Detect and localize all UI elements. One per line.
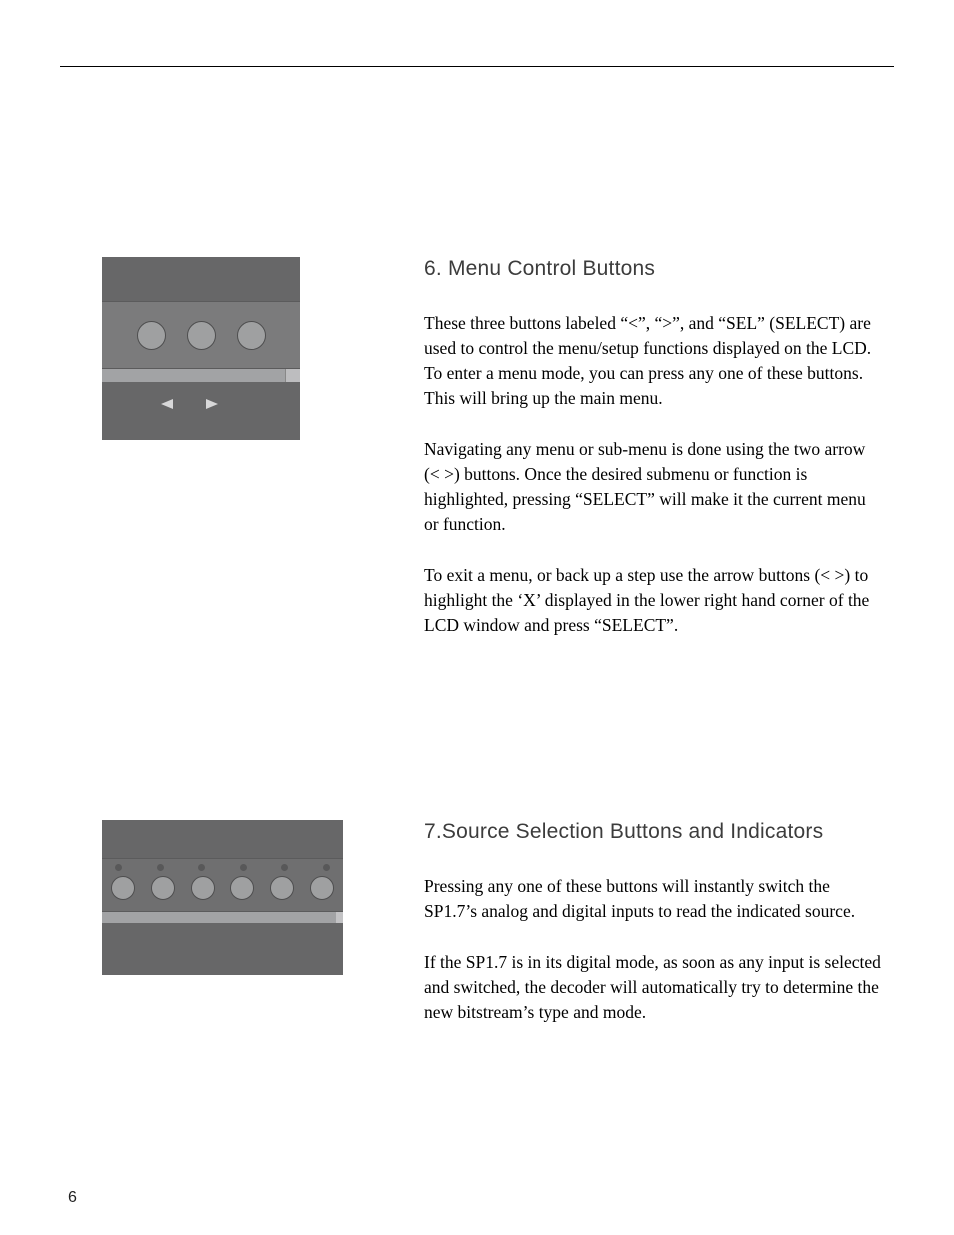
section-6-para3: To exit a menu, or back up a step use th… — [424, 563, 884, 638]
arrow-right-icon — [206, 399, 218, 409]
section-6-text: 6. Menu Control Buttons These three butt… — [424, 257, 884, 664]
indicator-led-icon — [157, 864, 164, 871]
section-6-heading: 6. Menu Control Buttons — [424, 257, 884, 281]
source-button-icon — [270, 876, 294, 900]
menu-right-button-icon — [187, 321, 216, 350]
strip-left — [102, 369, 285, 382]
source-button-icon — [230, 876, 254, 900]
header-rule — [60, 66, 894, 67]
section-7-para1: Pressing any one of these buttons will i… — [424, 874, 884, 924]
arrow-row — [102, 382, 300, 440]
strip-left — [102, 912, 336, 923]
source-selection-illustration — [102, 820, 343, 975]
source-button-icon — [111, 876, 135, 900]
section-6-para1: These three buttons labeled “<”, “>”, an… — [424, 311, 884, 411]
arrow-left-icon — [161, 399, 173, 409]
page-number: 6 — [68, 1189, 77, 1207]
panel-top-strip — [102, 820, 343, 858]
panel-top-strip — [102, 257, 300, 301]
menu-select-button-icon — [237, 321, 266, 350]
strip-right — [336, 912, 343, 923]
indicator-led-icon — [240, 864, 247, 871]
menu-left-button-icon — [137, 321, 166, 350]
indicator-led-icon — [281, 864, 288, 871]
panel-divider-strip — [102, 912, 343, 923]
source-button-row — [109, 876, 336, 900]
indicator-row — [109, 864, 336, 871]
panel-graphic — [102, 257, 300, 440]
button-row — [102, 301, 300, 369]
section-7-para2: If the SP1.7 is in its digital mode, as … — [424, 950, 884, 1025]
indicator-led-icon — [198, 864, 205, 871]
section-7-text: 7.Source Selection Buttons and Indicator… — [424, 820, 884, 1051]
indicator-led-icon — [115, 864, 122, 871]
menu-control-buttons-illustration — [102, 257, 300, 440]
panel-graphic — [102, 820, 343, 975]
section-7-heading: 7.Source Selection Buttons and Indicator… — [424, 820, 884, 844]
panel-bottom-strip — [102, 923, 343, 975]
indicator-led-icon — [323, 864, 330, 871]
strip-right — [285, 369, 300, 382]
source-button-icon — [191, 876, 215, 900]
section-6-para2: Navigating any menu or sub-menu is done … — [424, 437, 884, 537]
source-button-icon — [310, 876, 334, 900]
source-button-icon — [151, 876, 175, 900]
button-row — [102, 858, 343, 912]
panel-divider-strip — [102, 369, 300, 382]
